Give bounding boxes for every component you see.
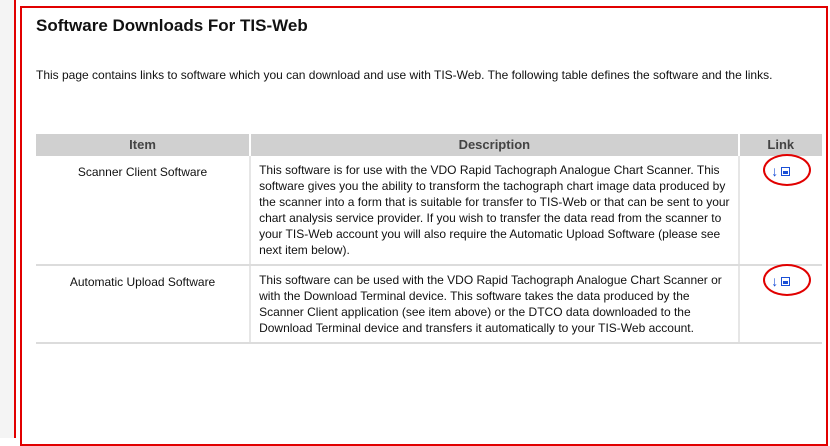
- link-cell: ↓: [738, 264, 822, 344]
- intro-text: This page contains links to software whi…: [36, 68, 773, 82]
- item-name: Scanner Client Software: [36, 156, 252, 266]
- item-description: This software is for use with the VDO Ra…: [250, 156, 740, 266]
- table-row: Automatic Upload Software This software …: [36, 264, 822, 344]
- column-header-link: Link: [738, 134, 822, 156]
- download-link[interactable]: ↓: [763, 154, 812, 186]
- table-row: Scanner Client Software This software is…: [36, 154, 822, 266]
- left-frame-border: [14, 0, 16, 438]
- save-icon[interactable]: [781, 166, 791, 176]
- item-name: Automatic Upload Software: [36, 265, 252, 344]
- downloads-table: Item Description Link Scanner Client Sof…: [36, 134, 822, 344]
- save-icon[interactable]: [781, 276, 791, 286]
- download-link[interactable]: ↓: [763, 264, 812, 296]
- table-header-row: Item Description Link: [36, 134, 822, 156]
- left-gutter: [0, 0, 14, 438]
- page-title: Software Downloads For TIS-Web: [36, 16, 308, 35]
- link-cell: ↓: [738, 154, 822, 266]
- item-description: This software can be used with the VDO R…: [250, 265, 740, 344]
- column-header-item: Item: [36, 134, 252, 156]
- column-header-description: Description: [250, 134, 740, 156]
